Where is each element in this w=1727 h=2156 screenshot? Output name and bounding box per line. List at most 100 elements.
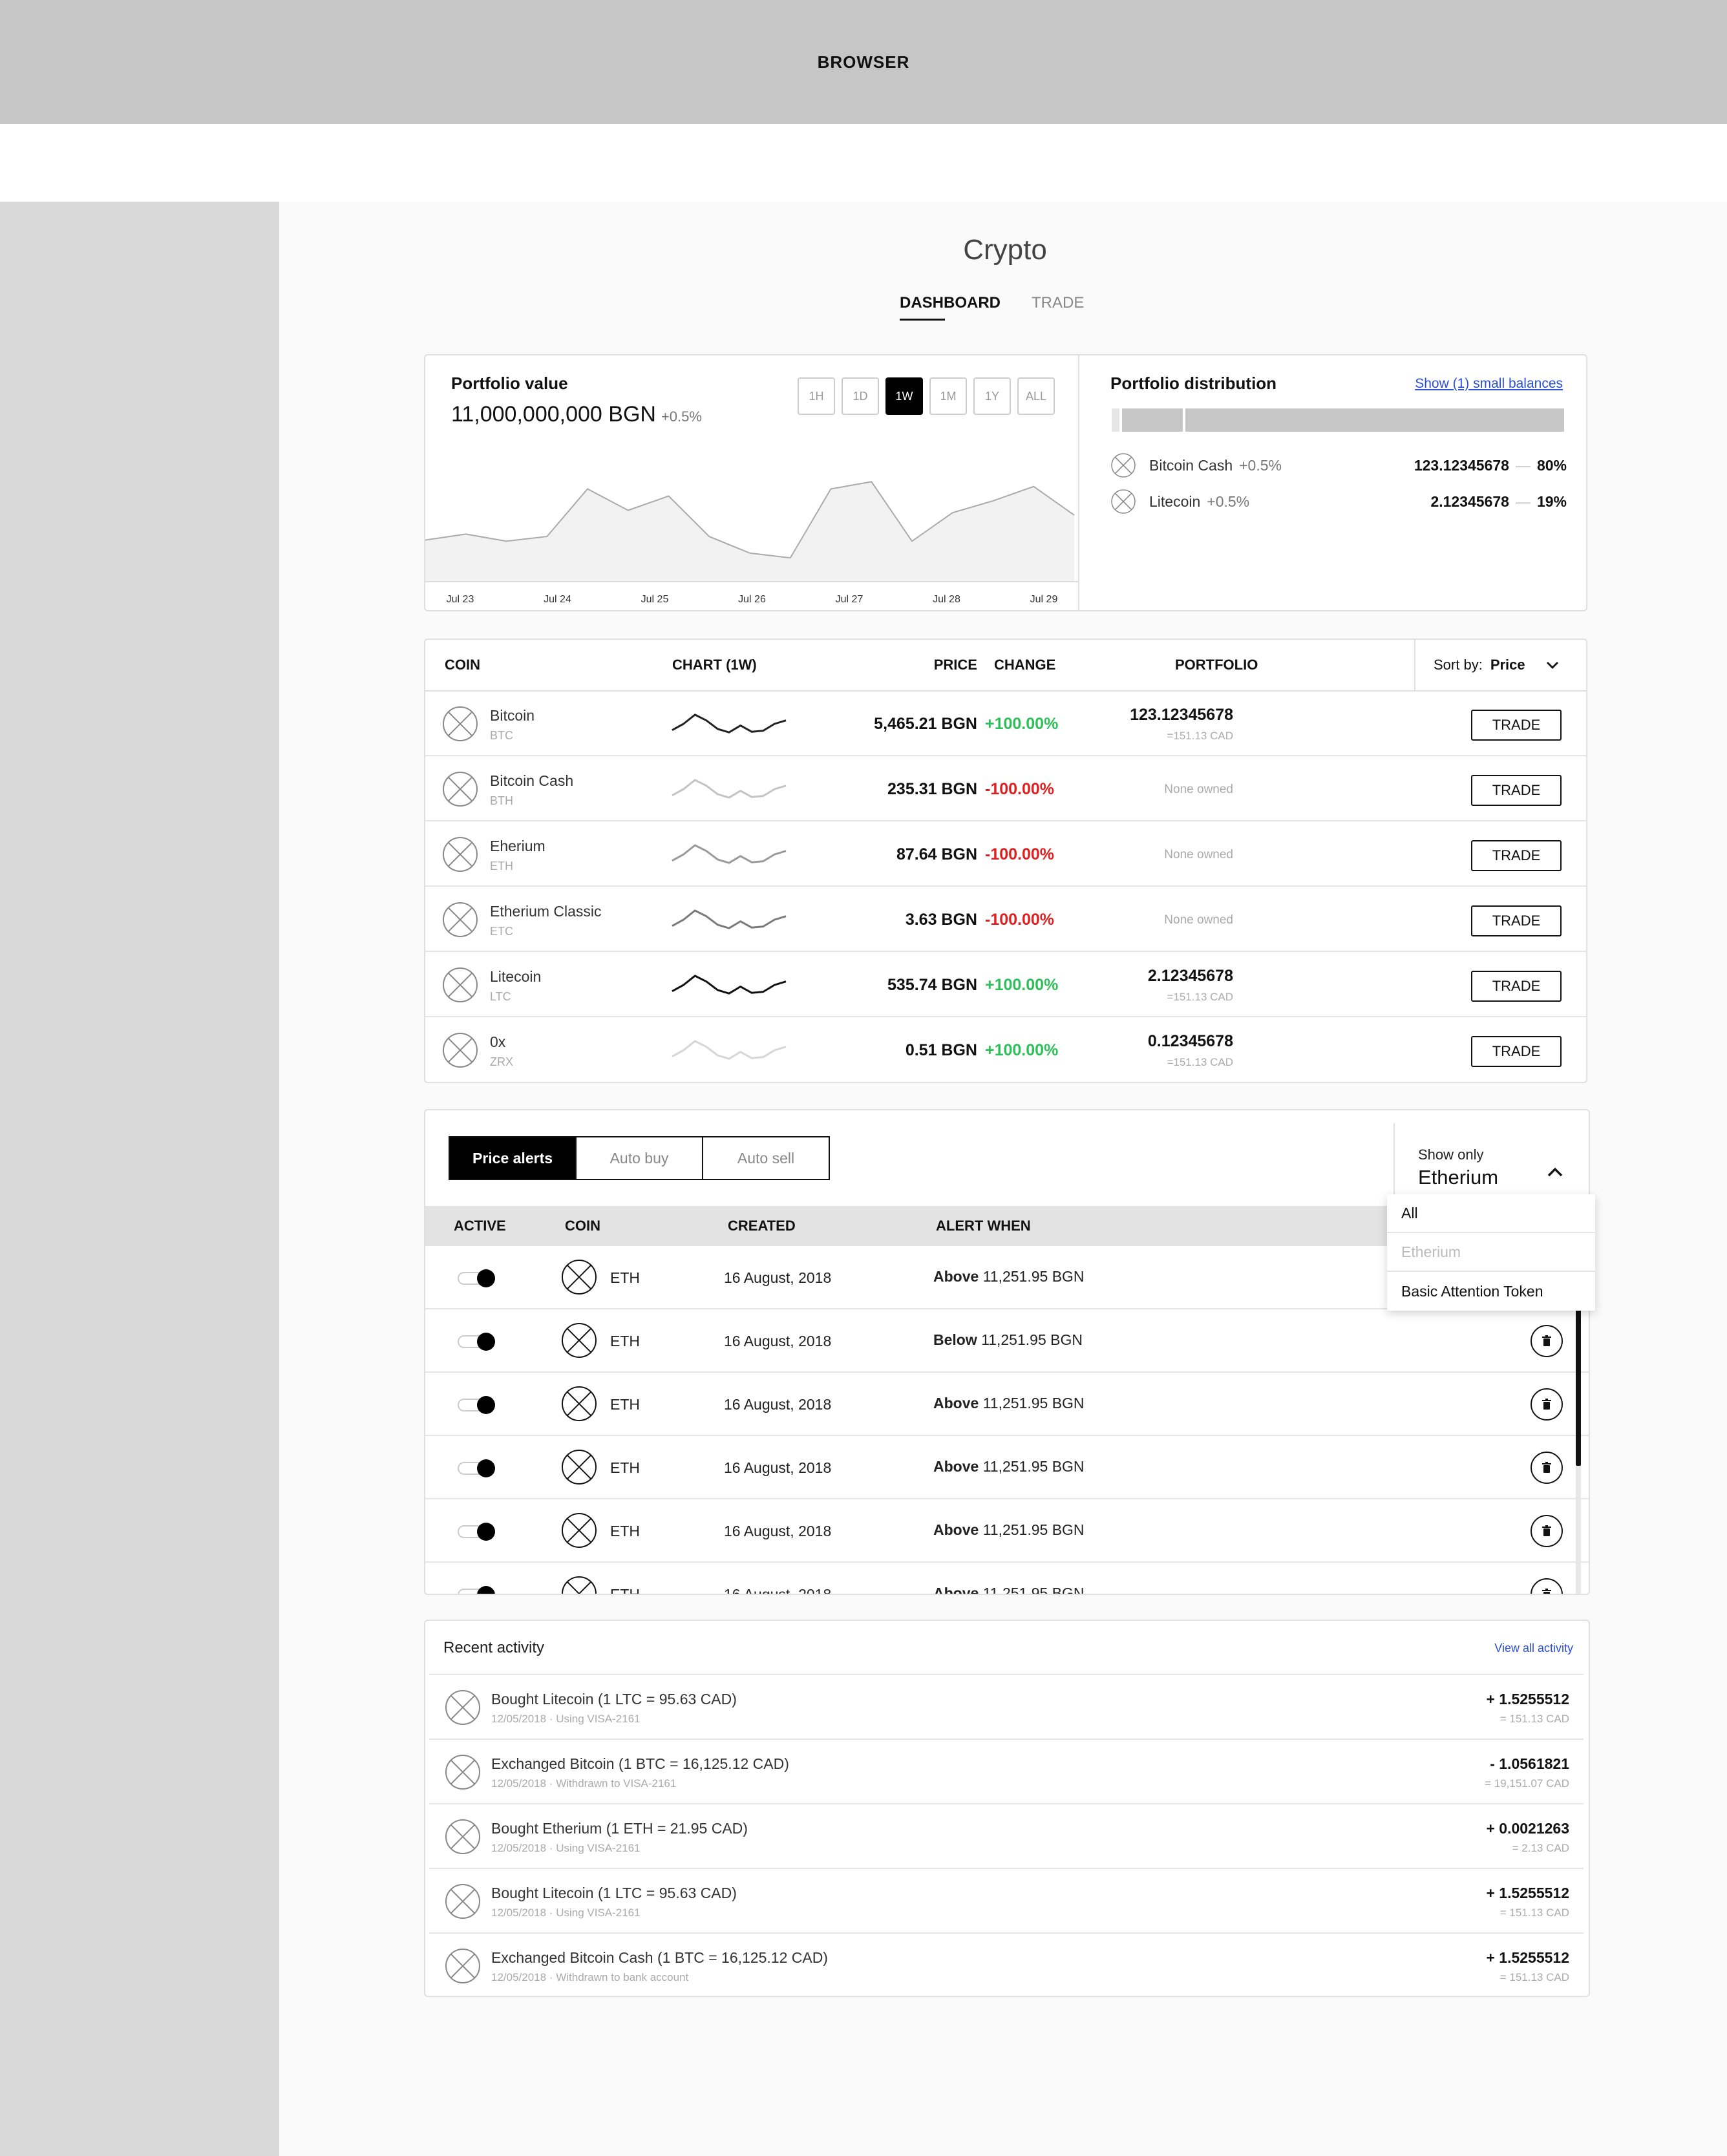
portfolio-amount: 123.12345678	[1130, 706, 1233, 724]
tab-trade[interactable]: TRADE	[1032, 294, 1084, 312]
trash-icon	[1540, 1461, 1553, 1474]
chevron-down-icon	[1546, 662, 1558, 669]
activity-item[interactable]: Bought Litecoin (1 LTC = 95.63 CAD) 12/05…	[429, 1674, 1584, 1739]
delete-alert-button[interactable]	[1531, 1452, 1563, 1484]
activity-description: Exchanged Bitcoin (1 BTC = 16,125.12 CAD…	[491, 1755, 789, 1772]
show-small-balances-link[interactable]: Show (1) small balances	[1415, 376, 1563, 392]
coin-row[interactable]: Litecoin LTC 535.74 BGN +100.00% 2.12345678 =…	[425, 953, 1586, 1017]
coin-change: -100.00%	[985, 911, 1055, 929]
x-tick-label: Jul 29	[1030, 594, 1058, 605]
alert-condition: Above 11,251.95 BGN	[933, 1521, 1085, 1539]
delete-alert-button[interactable]	[1531, 1578, 1563, 1594]
portfolio-value: =151.13 CAD	[1167, 991, 1233, 1003]
alert-created: 16 August, 2018	[724, 1333, 832, 1349]
distribution-coin-percent: 19%	[1536, 492, 1567, 510]
tab-auto-buy[interactable]: Auto buy	[575, 1136, 703, 1180]
portfolio-value: 11,000,000,000 BGN +0.5%	[451, 402, 702, 427]
activity-description: Bought Litecoin (1 LTC = 95.63 CAD)	[491, 1691, 737, 1707]
sparkline-path	[672, 909, 787, 929]
alert-row: ETH 16 August, 2018 Above 11,251.95 BGN	[425, 1373, 1589, 1436]
trade-button[interactable]: TRADE	[1471, 1036, 1562, 1067]
coin-name: Etherium Classic	[490, 903, 602, 920]
active-toggle[interactable]	[458, 1586, 496, 1594]
coin-row[interactable]: 0x ZRX 0.51 BGN +100.00% 0.12345678 =151.13 C…	[425, 1018, 1586, 1083]
coin-row[interactable]: Bitcoin Cash BTH 235.31 BGN -100.00% None ow…	[425, 757, 1586, 821]
alert-value: 11,251.95 BGN	[982, 1585, 1085, 1595]
delete-alert-button[interactable]	[1531, 1388, 1563, 1421]
portfolio-amount: 2.12345678	[1147, 967, 1233, 985]
column-header-price[interactable]: PRICE	[871, 640, 977, 690]
range-button-1m[interactable]: 1M	[929, 377, 967, 415]
trade-button[interactable]: TRADE	[1471, 971, 1562, 1002]
alert-coin: ETH	[610, 1333, 640, 1349]
trade-button[interactable]: TRADE	[1471, 905, 1562, 936]
portfolio-value-amount: 11,000,000,000 BGN	[451, 402, 656, 427]
activity-amount: + 1.5255512	[1486, 1885, 1569, 1901]
active-toggle[interactable]	[458, 1396, 496, 1414]
activity-item[interactable]: Exchanged Bitcoin (1 BTC = 16,125.12 CAD…	[429, 1739, 1584, 1803]
dropdown-option-all[interactable]: All	[1387, 1194, 1595, 1233]
portfolio-cell: 0.12345678 =151.13 CAD	[1085, 1032, 1233, 1069]
sort-value: Price	[1490, 657, 1525, 673]
activity-amount-value: = 2.13 CAD	[1512, 1842, 1569, 1854]
range-button-1y[interactable]: 1Y	[973, 377, 1011, 415]
coin-name: Bitcoin Cash	[490, 772, 574, 789]
alerts-tabs: Price alerts Auto buy Auto sell	[449, 1136, 830, 1180]
trade-button[interactable]: TRADE	[1471, 710, 1562, 741]
column-header-change[interactable]: CHANGE	[994, 640, 1055, 690]
trade-button[interactable]: TRADE	[1471, 775, 1562, 806]
sort-label: Sort by:	[1434, 657, 1483, 673]
recent-activity-card: Recent activity View all activity Bought…	[424, 1620, 1590, 1997]
activity-item[interactable]: Bought Etherium (1 ETH = 21.95 CAD) 12/05…	[429, 1803, 1584, 1868]
column-header-coin: COIN	[445, 657, 480, 673]
sparkline-path	[672, 1040, 787, 1060]
active-toggle[interactable]	[458, 1333, 496, 1351]
active-toggle[interactable]	[458, 1269, 496, 1287]
separator-dash: —	[1515, 492, 1531, 510]
portfolio-value: =151.13 CAD	[1167, 1056, 1233, 1068]
sparkline-chart	[672, 713, 787, 734]
activity-item[interactable]: Bought Litecoin (1 LTC = 95.63 CAD) 12/05…	[429, 1868, 1584, 1932]
sort-dropdown[interactable]: Sort by: Price	[1414, 640, 1587, 690]
distribution-coin-amount: 2.12345678	[1430, 492, 1509, 510]
coin-price: 235.31 BGN	[887, 780, 977, 798]
alert-direction: Below	[933, 1331, 977, 1348]
range-button-1w[interactable]: 1W	[885, 377, 923, 415]
range-button-all[interactable]: ALL	[1017, 377, 1055, 415]
show-only-filter[interactable]: Show only Etherium	[1393, 1123, 1586, 1201]
active-toggle[interactable]	[458, 1459, 496, 1477]
x-tick-label: Jul 28	[933, 594, 960, 605]
alert-created: 16 August, 2018	[724, 1459, 832, 1476]
delete-alert-button[interactable]	[1531, 1515, 1563, 1547]
chevron-up-icon	[1547, 1167, 1563, 1177]
tab-dashboard[interactable]: DASHBOARD	[900, 294, 1001, 312]
coin-row[interactable]: Bitcoin BTC 5,465.21 BGN +100.00% 123.123456…	[425, 692, 1586, 756]
coin-price: 0.51 BGN	[905, 1041, 977, 1059]
sparkline-chart	[672, 1040, 787, 1060]
tab-auto-sell[interactable]: Auto sell	[702, 1136, 830, 1180]
column-header-portfolio[interactable]: PORTFOLIO	[1175, 640, 1258, 690]
delete-alert-button[interactable]	[1531, 1325, 1563, 1357]
distribution-coin-change: +0.5%	[1207, 492, 1250, 510]
trade-button[interactable]: TRADE	[1471, 840, 1562, 871]
browser-title: BROWSER	[817, 52, 910, 72]
column-header-chart: CHART (1W)	[672, 657, 757, 673]
range-button-1d[interactable]: 1D	[842, 377, 879, 415]
view-all-activity-link[interactable]: View all activity	[1494, 1642, 1573, 1655]
alerts-panel: Price alerts Auto buy Auto sell Show onl…	[424, 1109, 1590, 1595]
dropdown-option-basic-attention-token[interactable]: Basic Attention Token	[1387, 1272, 1595, 1311]
active-toggle[interactable]	[458, 1523, 496, 1541]
coin-icon	[445, 1948, 481, 1984]
alert-condition: Below 11,251.95 BGN	[933, 1331, 1083, 1349]
range-button-1h[interactable]: 1H	[798, 377, 835, 415]
alert-direction: Above	[933, 1395, 979, 1411]
activity-item[interactable]: Exchanged Bitcoin Cash (1 BTC = 16,125.1…	[429, 1932, 1584, 1997]
coin-row[interactable]: Etherium Classic ETC 3.63 BGN -100.00% None …	[425, 887, 1586, 952]
tab-price-alerts[interactable]: Price alerts	[449, 1136, 577, 1180]
coin-row[interactable]: Eherium ETH 87.64 BGN -100.00% None owned TRA…	[425, 822, 1586, 887]
dropdown-option-etherium[interactable]: Etherium	[1387, 1233, 1595, 1272]
activity-meta: 12/05/2018 · Withdrawn to VISA-2161	[491, 1777, 677, 1790]
alert-created: 16 August, 2018	[724, 1396, 832, 1413]
alert-coin: ETH	[610, 1459, 640, 1476]
none-owned: None owned	[1164, 783, 1233, 796]
